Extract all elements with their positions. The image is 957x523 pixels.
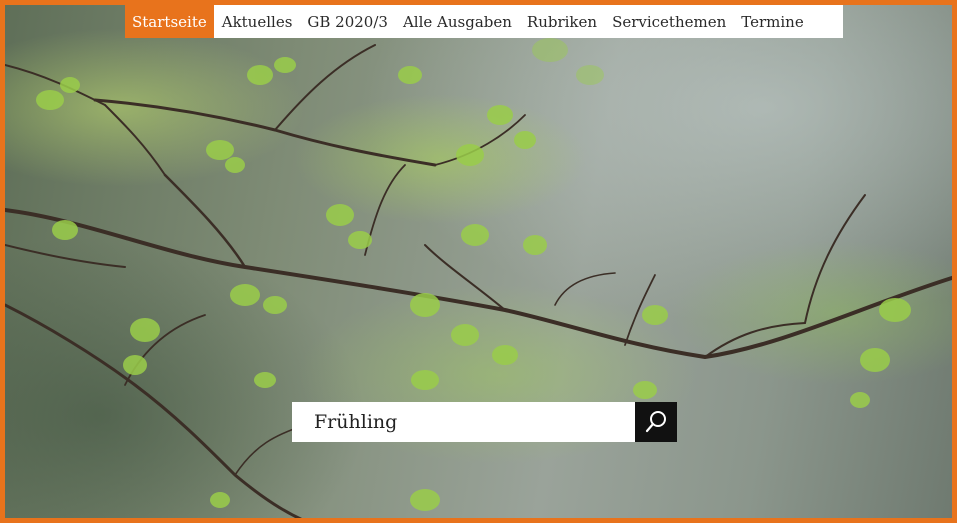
nav-item-aktuelles[interactable]: Aktuelles xyxy=(215,5,300,38)
nav-item-rubriken[interactable]: Rubriken xyxy=(520,5,604,38)
search-bar xyxy=(292,402,677,442)
branch-illustration xyxy=(5,38,952,518)
page-frame: Startseite Aktuelles GB 2020/3 Alle Ausg… xyxy=(0,0,957,523)
search-button[interactable] xyxy=(635,402,677,442)
nav-item-servicethemen[interactable]: Servicethemen xyxy=(605,5,733,38)
main-navigation: Startseite Aktuelles GB 2020/3 Alle Ausg… xyxy=(125,5,843,38)
search-input[interactable] xyxy=(292,402,635,442)
search-icon xyxy=(645,411,666,433)
nav-item-startseite[interactable]: Startseite xyxy=(125,5,214,38)
nav-item-termine[interactable]: Termine xyxy=(734,5,810,38)
nav-item-gb-2020-3[interactable]: GB 2020/3 xyxy=(300,5,395,38)
nav-item-alle-ausgaben[interactable]: Alle Ausgaben xyxy=(396,5,519,38)
